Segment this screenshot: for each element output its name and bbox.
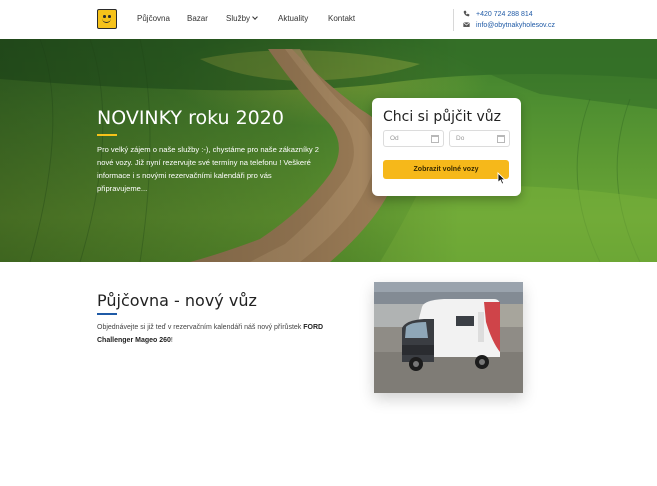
calendar-icon <box>431 135 439 143</box>
hero-title: NOVINKY roku 2020 <box>97 107 284 129</box>
envelope-icon <box>463 22 470 27</box>
booking-title: Chci si půjčit vůz <box>383 109 502 125</box>
section-text: Objednávejte si již teď v rezervačním ka… <box>97 321 357 347</box>
date-from-input[interactable]: Od <box>383 130 444 147</box>
section-text-intro: Objednávejte si již teď v rezervačním ka… <box>97 324 304 331</box>
site-header: Půjčovna Bazar Služby Aktuality Kontakt … <box>0 0 657 39</box>
chevron-down-icon <box>252 14 258 20</box>
section-text-end: ! <box>170 337 173 344</box>
date-from-placeholder: Od <box>390 135 399 142</box>
section-title-underline <box>97 313 117 315</box>
nav-item-bazar[interactable]: Bazar <box>187 14 208 23</box>
nav-item-sluzby[interactable]: Služby <box>226 14 258 23</box>
nav-item-sluzby-label: Služby <box>226 14 251 23</box>
nav-item-pujcovna[interactable]: Půjčovna <box>137 14 170 23</box>
email-contact[interactable]: info@obytnakyholesov.cz <box>463 21 555 29</box>
hero-title-underline <box>97 134 117 136</box>
hero-text: Pro velký zájem o naše služby :-), chyst… <box>97 145 319 193</box>
nav-item-aktuality[interactable]: Aktuality <box>278 14 308 23</box>
phone-contact[interactable]: +420 724 288 814 <box>463 10 533 18</box>
smiley-logo-icon[interactable] <box>97 9 117 29</box>
cursor-icon <box>497 172 506 185</box>
camper-photo[interactable] <box>374 282 523 393</box>
calendar-icon <box>497 135 505 143</box>
section-title: Půjčovna - nový vůz <box>97 291 257 310</box>
date-to-placeholder: Do <box>456 135 465 142</box>
email-address: info@obytnakyholesov.cz <box>476 22 555 29</box>
nav-item-kontakt[interactable]: Kontakt <box>328 14 355 23</box>
phone-icon <box>463 10 470 17</box>
header-divider <box>453 9 454 31</box>
show-available-button[interactable]: Zobrazit volné vozy <box>383 160 509 179</box>
camper-van-image <box>374 282 523 393</box>
date-to-input[interactable]: Do <box>449 130 510 147</box>
phone-number: +420 724 288 814 <box>476 11 533 18</box>
